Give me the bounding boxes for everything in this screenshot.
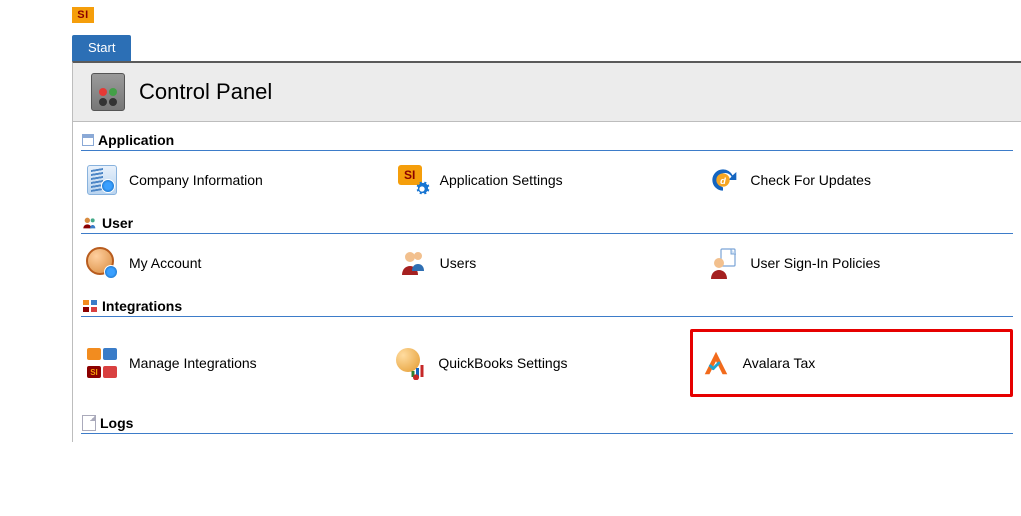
- item-label: Check For Updates: [750, 172, 871, 188]
- item-label: Application Settings: [440, 172, 563, 188]
- item-label: Company Information: [129, 172, 263, 188]
- section-label: Logs: [100, 415, 133, 431]
- item-label: Manage Integrations: [129, 355, 257, 371]
- section-header-application: Application: [81, 126, 1013, 151]
- control-panel: Control Panel Application Company Inform…: [72, 61, 1021, 442]
- application-settings-icon: SI: [398, 165, 428, 195]
- integrations-section-icon: [82, 299, 98, 313]
- section-header-integrations: Integrations: [81, 292, 1013, 317]
- logs-section-icon: [82, 415, 96, 431]
- item-my-account[interactable]: My Account: [81, 246, 392, 280]
- app-badge: SI: [72, 7, 94, 23]
- item-label: Avalara Tax: [743, 355, 816, 371]
- manage-integrations-icon: SI: [87, 348, 117, 378]
- control-panel-icon: [91, 73, 125, 111]
- company-information-icon: [87, 165, 117, 195]
- item-check-for-updates[interactable]: d Check For Updates: [702, 163, 1013, 197]
- item-company-information[interactable]: Company Information: [81, 163, 392, 197]
- item-label: QuickBooks Settings: [438, 355, 567, 371]
- avalara-tax-icon: [701, 348, 731, 378]
- application-section-icon: [82, 134, 94, 146]
- section-header-logs: Logs: [81, 409, 1013, 434]
- tab-start[interactable]: Start: [72, 35, 131, 61]
- quickbooks-settings-icon: [396, 348, 426, 378]
- my-account-icon: [86, 247, 118, 279]
- item-label: My Account: [129, 255, 201, 271]
- section-label: User: [102, 215, 133, 231]
- svg-text:d: d: [720, 176, 726, 186]
- item-manage-integrations[interactable]: SI Manage Integrations: [81, 329, 390, 397]
- users-icon: [397, 247, 429, 279]
- user-section-icon: [82, 216, 98, 230]
- item-users[interactable]: Users: [392, 246, 703, 280]
- title-bar: Control Panel: [73, 63, 1021, 122]
- item-user-signin-policies[interactable]: User Sign-In Policies: [702, 246, 1013, 280]
- tab-bar: Start: [72, 35, 1021, 61]
- user-signin-policies-icon: [707, 247, 739, 279]
- item-application-settings[interactable]: SI Application Settings: [392, 163, 703, 197]
- item-label: User Sign-In Policies: [750, 255, 880, 271]
- item-label: Users: [440, 255, 477, 271]
- section-label: Application: [98, 132, 174, 148]
- item-avalara-tax[interactable]: Avalara Tax: [690, 329, 1013, 397]
- section-label: Integrations: [102, 298, 182, 314]
- item-quickbooks-settings[interactable]: QuickBooks Settings: [390, 329, 699, 397]
- page-title: Control Panel: [139, 79, 272, 105]
- check-updates-icon: d: [707, 164, 739, 196]
- section-header-user: User: [81, 209, 1013, 234]
